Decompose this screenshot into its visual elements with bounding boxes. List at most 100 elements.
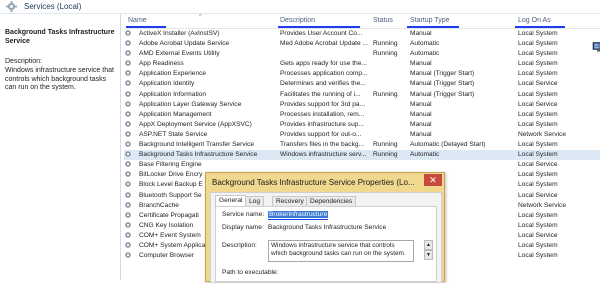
service-properties-dialog: Background Tasks Infrastructure Service … <box>205 172 445 283</box>
column-header-status[interactable]: Status <box>373 17 393 24</box>
service-startup-cell: Manual <box>410 110 432 118</box>
table-row[interactable]: AppX Deployment Service (AppXSVC) Provide… <box>124 120 600 130</box>
service-logon-cell: Local System <box>518 181 558 189</box>
service-logon-cell: Network Service <box>518 201 567 209</box>
monitor-icon <box>592 42 600 52</box>
description-field-label: Description: <box>222 242 257 249</box>
service-name-cell: Adobe Acrobat Update Service <box>139 40 230 48</box>
column-header-description[interactable]: Description <box>280 17 315 24</box>
service-logon-cell: Local System <box>518 50 558 58</box>
table-row[interactable]: App Readiness Gets apps ready for use the… <box>124 59 600 69</box>
service-logon-cell: Local System <box>518 30 558 37</box>
service-logon-cell: Local System <box>518 70 558 78</box>
service-description-cell: Determines and verifies the... <box>280 80 366 88</box>
service-logon-cell: Local System <box>518 221 558 229</box>
service-name-cell: AppX Deployment Service (AppXSVC) <box>139 120 252 128</box>
service-description-cell: Windows infrastructure serv... <box>280 151 367 159</box>
service-description-cell: Facilitates the running of i... <box>280 90 361 98</box>
gear-icon <box>125 161 131 168</box>
service-name-value[interactable]: BrokerInfrastructure <box>268 211 329 218</box>
table-row[interactable]: Background Tasks Infrastructure Service W… <box>124 150 600 161</box>
service-logon-cell: Local System <box>518 141 558 149</box>
table-row[interactable]: Application Layer Gateway Service Provide… <box>124 100 600 110</box>
table-row[interactable]: Background Intelligent Transfer Service T… <box>124 140 600 150</box>
gear-icon <box>125 191 131 198</box>
console-header: Services (Local) <box>0 0 600 14</box>
gear-icon <box>125 252 131 258</box>
service-description-cell: Provides support for out-o... <box>280 130 362 138</box>
close-icon[interactable]: ✕ <box>424 174 442 186</box>
service-description-cell: Med Adobe Acrobat Update ... <box>280 40 368 48</box>
service-logon-cell: Local System <box>518 60 558 68</box>
service-logon-cell: Local Service <box>518 231 558 239</box>
service-name-cell: Application Layer Gateway Service <box>139 100 242 108</box>
service-logon-cell: Network Service <box>518 130 567 138</box>
gear-icon <box>125 70 131 77</box>
column-header-log-on-as[interactable]: Log On As <box>518 17 551 24</box>
scroll-down-icon[interactable]: ▼ <box>424 250 433 260</box>
dialog-title: Background Tasks Infrastructure Service … <box>212 178 415 187</box>
table-header: ^ Name Description Status Startup Type L… <box>124 14 600 29</box>
gear-icon <box>125 40 131 46</box>
service-name-cell: Application Experience <box>139 70 207 78</box>
annotation-underline-startup <box>407 26 459 28</box>
table-row[interactable]: Application Information Facilitates the r… <box>124 90 600 100</box>
scroll-up-icon[interactable]: ▲ <box>424 240 433 250</box>
service-description-cell: Transfers files in the backg... <box>280 141 365 149</box>
gear-icon <box>125 221 131 228</box>
service-startup-cell: Automatic <box>410 40 440 48</box>
table-row[interactable]: ASP.NET State Service Provides support fo… <box>124 130 600 140</box>
table-row[interactable]: Application Experience Processes applicat… <box>124 69 600 79</box>
service-logon-cell: Local Service <box>518 161 558 169</box>
service-description-cell: Provides support for 3rd pa... <box>280 100 366 108</box>
gear-icon <box>125 242 131 248</box>
annotation-underline-name <box>126 26 166 28</box>
table-row[interactable]: AMD External Events Utility Running Automa… <box>124 49 600 59</box>
service-startup-cell: Manual <box>410 130 432 138</box>
column-header-name[interactable]: Name <box>128 17 147 24</box>
gear-icon <box>125 141 131 147</box>
service-logon-cell: Local System <box>518 252 558 260</box>
column-header-startup-type[interactable]: Startup Type <box>410 17 450 24</box>
gear-icon <box>125 30 131 36</box>
table-row[interactable]: Base Filtering Engine Local Service <box>124 160 600 170</box>
service-logon-cell: Local Service <box>518 80 558 88</box>
selected-service-name: Background Tasks Infrastructure Service <box>5 29 115 45</box>
table-row[interactable]: Application Management Processes installa… <box>124 110 600 120</box>
service-logon-cell: Local System <box>518 90 558 98</box>
service-startup-cell: Manual <box>410 30 432 37</box>
display-name-field[interactable]: Background Tasks Infrastructure Service <box>268 224 386 231</box>
service-name-cell: Background Intelligent Transfer Service <box>139 141 255 149</box>
gear-icon <box>125 181 131 188</box>
service-startup-cell: Manual (Trigger Start) <box>410 90 475 98</box>
service-startup-cell: Manual <box>410 60 432 68</box>
service-status-cell: Running <box>373 141 398 149</box>
display-name-label: Display name: <box>222 224 264 231</box>
service-logon-cell: Local Service <box>518 100 558 108</box>
table-row[interactable]: ActiveX Installer (AxInstSV) Provides Use… <box>124 29 600 39</box>
table-row[interactable]: Application Identity Determines and verif… <box>124 79 600 89</box>
service-logon-cell: Local System <box>518 151 558 159</box>
service-status-cell: Running <box>373 50 398 58</box>
gear-icon <box>125 121 131 127</box>
service-name-cell: Base Filtering Engine <box>139 161 202 169</box>
service-description-cell: Processes application comp... <box>280 70 368 78</box>
description-field[interactable]: Windows infrastructure service that cont… <box>268 240 414 262</box>
description-text: Windows infrastructure service that cont… <box>5 67 114 91</box>
service-logon-cell: Local System <box>518 110 558 118</box>
service-description-cell: Provides User Account Co... <box>280 30 363 37</box>
service-startup-cell: Manual <box>410 100 432 108</box>
service-startup-cell: Automatic <box>410 50 440 58</box>
service-startup-cell: Automatic (Delayed Start) <box>410 141 486 149</box>
gear-icon <box>125 110 131 117</box>
gear-icon <box>125 201 131 208</box>
service-logon-cell: Local System <box>518 120 558 128</box>
gear-icon <box>125 100 131 107</box>
service-logon-cell: Local System <box>518 40 558 48</box>
gear-icon <box>125 151 131 157</box>
service-name-cell: AMD External Events Utility <box>139 50 220 58</box>
service-name-cell: Application Management <box>139 110 212 118</box>
gear-icon <box>125 80 131 87</box>
table-row[interactable]: Adobe Acrobat Update Service Med Adobe Ac… <box>124 39 600 49</box>
annotation-underline-service-name <box>268 219 328 220</box>
